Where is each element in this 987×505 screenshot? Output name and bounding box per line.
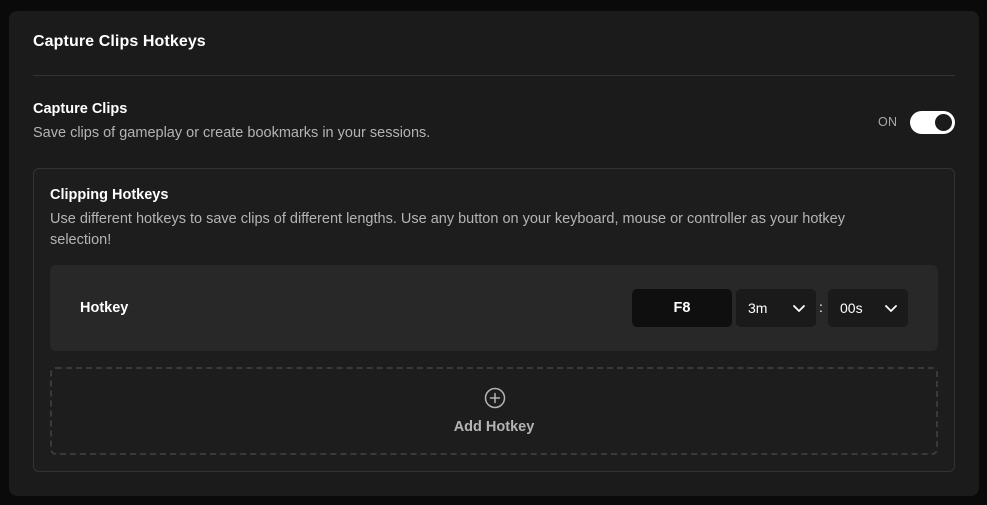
seconds-value: 00s	[840, 300, 863, 316]
capture-clips-title: Capture Clips	[33, 101, 128, 117]
time-separator: :	[819, 299, 823, 315]
clipping-hotkeys-section: Clipping Hotkeys Use different hotkeys t…	[33, 168, 955, 472]
hotkey-label: Hotkey	[80, 300, 129, 316]
plus-circle-icon	[484, 387, 506, 409]
divider	[33, 75, 955, 76]
add-hotkey-button[interactable]: Add Hotkey	[50, 367, 938, 455]
panel-title: Capture Clips Hotkeys	[33, 33, 206, 50]
hotkey-key-button[interactable]: F8	[632, 289, 732, 327]
clipping-hotkeys-title: Clipping Hotkeys	[50, 187, 169, 203]
add-hotkey-label: Add Hotkey	[453, 419, 535, 435]
minutes-select[interactable]: 3m	[736, 289, 816, 327]
capture-clips-description: Save clips of gameplay or create bookmar…	[33, 125, 431, 141]
toggle-knob	[935, 114, 952, 131]
seconds-select[interactable]: 00s	[828, 289, 908, 327]
chevron-down-icon	[793, 305, 805, 312]
minutes-value: 3m	[748, 300, 768, 316]
capture-clips-hotkeys-panel: Capture Clips Hotkeys Capture Clips Save…	[9, 11, 979, 496]
chevron-down-icon	[885, 305, 897, 312]
clipping-hotkeys-description: Use different hotkeys to save clips of d…	[50, 211, 845, 248]
hotkey-row: Hotkey F8 3m : 00s	[50, 265, 938, 351]
capture-clips-toggle[interactable]	[910, 111, 955, 134]
toggle-state-label: ON	[878, 115, 898, 129]
